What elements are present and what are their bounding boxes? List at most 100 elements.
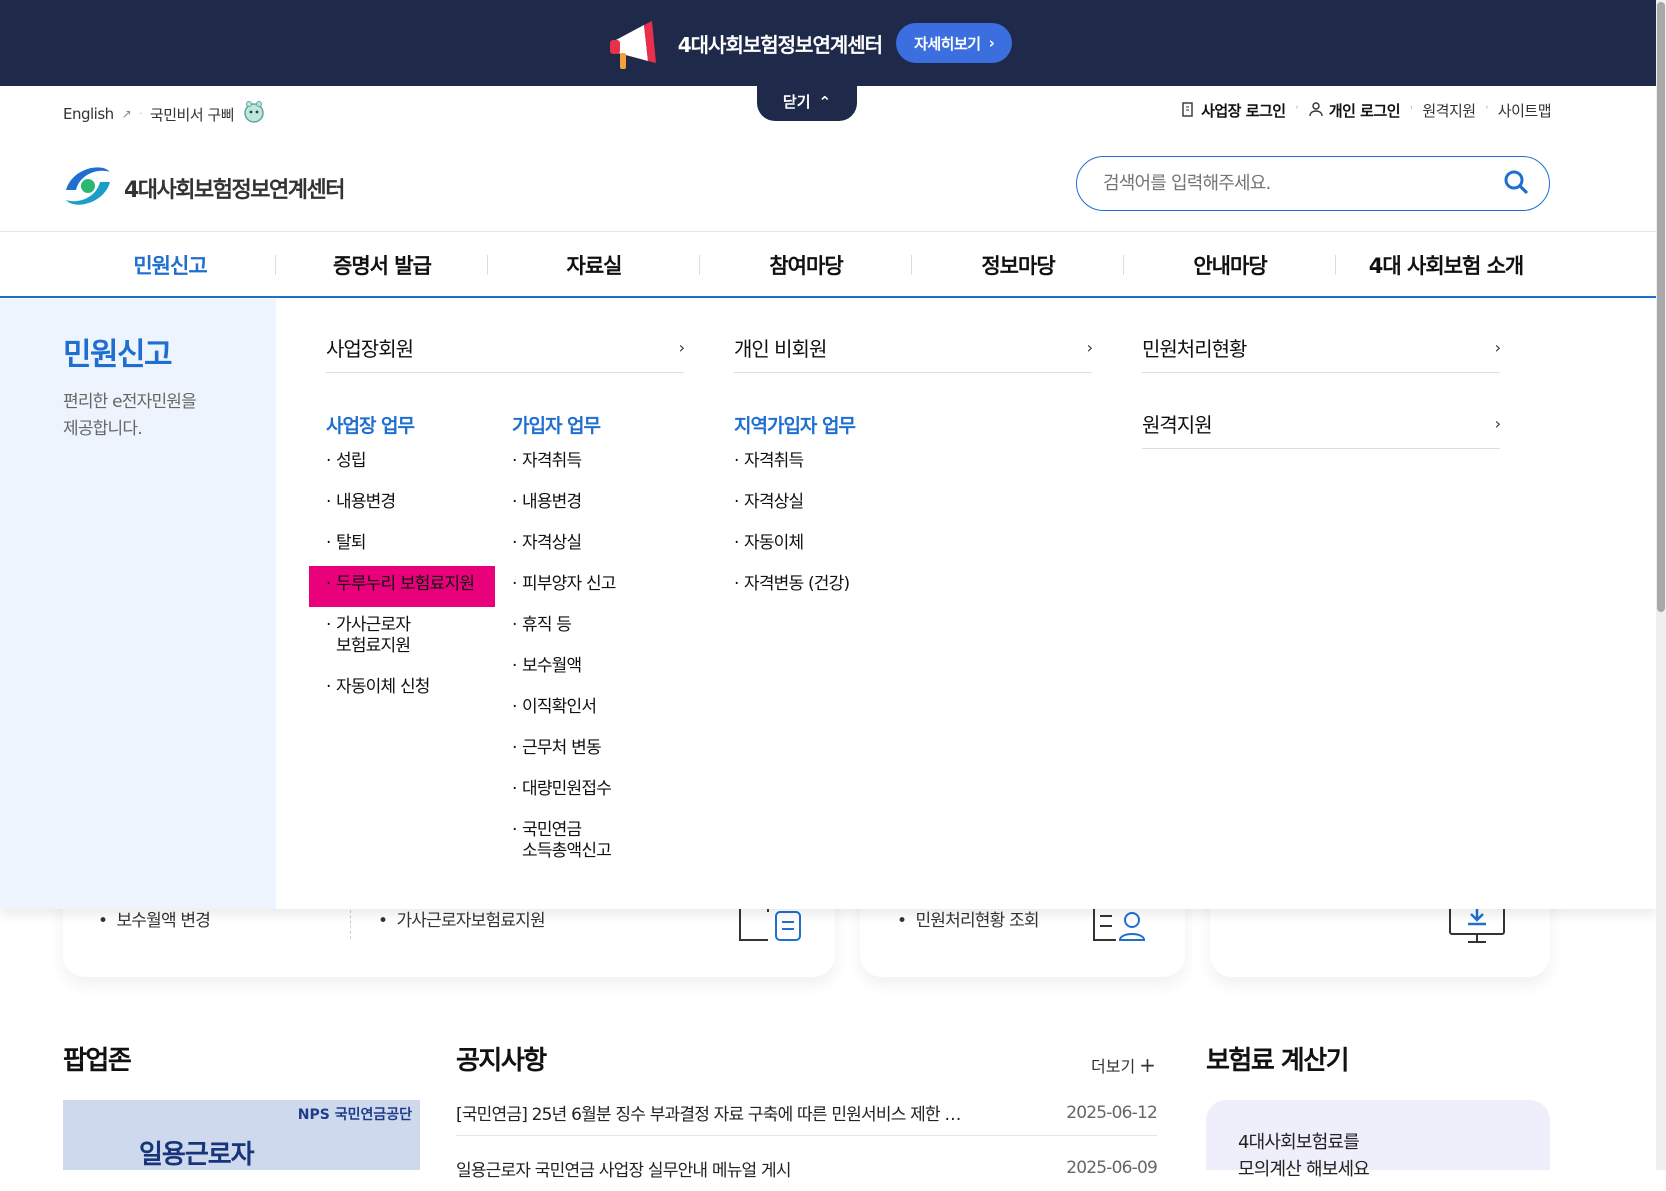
gnb-item-info[interactable]: 정보마당	[912, 232, 1124, 297]
list-item[interactable]: · 내용변경	[512, 484, 712, 525]
list-item-label: 피부양자 신고	[522, 574, 616, 594]
card-link-status[interactable]: • 민원처리현황 조회	[897, 906, 1040, 931]
notice-row-date: 2025-06-12	[1066, 1102, 1158, 1123]
calculator-title: 보험료 계산기	[1206, 1046, 1350, 1076]
business-login-link[interactable]: 사업장 로그인	[1180, 100, 1286, 121]
list-item[interactable]: · 대량민원접수	[512, 771, 712, 812]
remote-support-link[interactable]: 원격지원	[1422, 100, 1476, 121]
calculator-box[interactable]: 4대사회보험료를 모의계산 해보세요	[1206, 1100, 1550, 1180]
subscriber-work-heading: 가입자 업무	[512, 415, 601, 437]
separator: '	[1410, 105, 1413, 116]
list-item[interactable]: · 가사근로자 보험료지원	[326, 607, 506, 669]
separator: ·	[139, 108, 142, 120]
sitemap-link[interactable]: 사이트맵	[1498, 100, 1552, 121]
list-item-label: 근무처 변동	[522, 738, 602, 758]
list-item-label: 자동이체	[744, 533, 804, 553]
menu-head-label: 민원처리현황	[1142, 337, 1247, 361]
list-item[interactable]: · 자격변동 (건강)	[734, 566, 954, 607]
menu-head-label: 원격지원	[1142, 413, 1213, 437]
popup-zone-title: 팝업존	[63, 1046, 132, 1076]
site-logo[interactable]: 4대사회보험정보연계센터	[62, 160, 345, 216]
list-item[interactable]: · 국민연금 소득총액신고	[512, 812, 712, 874]
menu-head-label: 사업장회원	[326, 337, 414, 361]
list-item[interactable]: · 자동이체 신청	[326, 669, 506, 710]
english-link[interactable]: English	[63, 105, 114, 123]
notice-more-link[interactable]: 더보기 +	[1091, 1053, 1156, 1077]
external-link-icon: ↗	[121, 107, 132, 121]
plus-icon: +	[1139, 1053, 1156, 1077]
list-item-label: 자격상실	[744, 492, 804, 512]
business-work-heading: 사업장 업무	[326, 415, 415, 437]
logo-emblem-icon	[62, 160, 114, 216]
notice-row-date: 2025-06-09	[1066, 1158, 1158, 1178]
popup-banner-image[interactable]: NPS 국민연금공단 일용근로자	[63, 1100, 420, 1170]
list-item-label: 이직확인서	[522, 697, 597, 717]
list-item[interactable]: · 자격상실	[734, 484, 954, 525]
chevron-right-icon: ›	[678, 338, 685, 357]
personal-login-link[interactable]: 개인 로그인	[1308, 100, 1401, 121]
mega-desc-line2: 제공합니다.	[63, 419, 143, 439]
list-item-label-line1: 국민연금	[522, 820, 582, 840]
gnb-item-guide[interactable]: 안내마당	[1124, 232, 1336, 297]
close-label: 닫기	[782, 93, 811, 111]
list-item-highlighted[interactable]: · 두루누리 보험료지원	[309, 566, 495, 607]
gnb-item-certificate[interactable]: 증명서 발급	[276, 232, 488, 297]
separator: '	[1295, 105, 1299, 116]
close-banner-button[interactable]: 닫기 ⌃	[757, 82, 857, 121]
list-item-label-line1: 가사근로자	[336, 615, 411, 635]
list-item[interactable]: · 근무처 변동	[512, 730, 712, 771]
list-item-label: 내용변경	[336, 492, 396, 512]
list-item[interactable]: · 피부양자 신고	[512, 566, 712, 607]
list-item[interactable]: · 자격상실	[512, 525, 712, 566]
utility-right: 사업장 로그인 ' 개인 로그인 ' 원격지원 ' 사이트맵	[1180, 100, 1552, 121]
list-item[interactable]: · 탈퇴	[326, 525, 506, 566]
list-item[interactable]: · 이직확인서	[512, 689, 712, 730]
mega-menu-title: 민원신고	[63, 337, 173, 373]
gnb-item-about[interactable]: 4대 사회보험 소개	[1336, 232, 1556, 297]
notice-row[interactable]: 일용근로자 국민연금 사업장 실무안내 메뉴얼 게시 2025-06-09	[456, 1145, 1158, 1191]
card-link-label: 민원처리현황 조회	[915, 911, 1039, 931]
card-link-housework[interactable]: • 가사근로자보험료지원	[378, 906, 546, 931]
banner-detail-button[interactable]: 자세히보기 ›	[896, 23, 1013, 63]
list-item[interactable]: · 성립	[326, 443, 506, 484]
notice-row[interactable]: [국민연금] 25년 6월분 징수 부과결정 자료 구축에 따른 민원서비스 제…	[456, 1090, 1158, 1136]
list-item-label: 자격상실	[522, 533, 582, 553]
list-item[interactable]: · 자격취득	[734, 443, 954, 484]
subscriber-work-list: · 자격취득 · 내용변경 · 자격상실 · 피부양자 신고 · 휴직 등 · 보수월액 ·…	[512, 443, 712, 874]
list-item-label: 자격취득	[522, 451, 582, 471]
mega-menu-description: 편리한 e전자민원을 제공합니다.	[63, 389, 197, 443]
page-scrollbar[interactable]	[1656, 0, 1666, 1170]
list-item-label: 내용변경	[522, 492, 582, 512]
search-box	[1076, 156, 1550, 211]
menu-personal-nonmember[interactable]: 개인 비회원 ›	[734, 323, 1093, 373]
list-item[interactable]: · 보수월액	[512, 648, 712, 689]
gnb-item-archive[interactable]: 자료실	[488, 232, 700, 297]
main-navigation: 민원신고 증명서 발급 자료실 참여마당 정보마당 안내마당 4대 사회보험 소…	[0, 231, 1656, 298]
list-item-label: 성립	[336, 451, 366, 471]
list-item-label-line2: 보험료지원	[336, 636, 411, 656]
card-link-pay-change[interactable]: • 보수월액 변경	[98, 906, 211, 931]
chevron-up-icon: ⌃	[818, 92, 832, 111]
user-icon	[1308, 101, 1324, 121]
search-input[interactable]	[1101, 172, 1481, 195]
gnb-item-civil-report[interactable]: 민원신고	[64, 232, 276, 297]
list-item[interactable]: · 자격취득	[512, 443, 712, 484]
calc-line1: 4대사회보험료를	[1238, 1132, 1360, 1153]
menu-head-label: 개인 비회원	[734, 337, 827, 361]
gnb-item-participation[interactable]: 참여마당	[700, 232, 912, 297]
search-icon[interactable]	[1503, 169, 1529, 199]
regional-work-list: · 자격취득 · 자격상실 · 자동이체 · 자격변동 (건강)	[734, 443, 954, 607]
scrollbar-thumb[interactable]	[1657, 2, 1665, 612]
list-item[interactable]: · 휴직 등	[512, 607, 712, 648]
calc-line2: 모의계산 해보세요	[1238, 1159, 1370, 1180]
building-icon	[1180, 101, 1196, 121]
menu-remote-support[interactable]: 원격지원 ›	[1142, 399, 1501, 449]
notice-row-title: [국민연금] 25년 6월분 징수 부과결정 자료 구축에 따른 민원서비스 제…	[456, 1105, 961, 1125]
chevron-right-icon: ›	[1494, 414, 1501, 433]
menu-business-member[interactable]: 사업장회원 ›	[326, 323, 685, 373]
menu-civil-status[interactable]: 민원처리현황 ›	[1142, 323, 1501, 373]
top-banner: 4대사회보험정보연계센터 자세히보기 ›	[0, 0, 1656, 86]
list-item[interactable]: · 내용변경	[326, 484, 506, 525]
assistant-link[interactable]: 국민비서 구삐	[150, 104, 235, 125]
list-item[interactable]: · 자동이체	[734, 525, 954, 566]
